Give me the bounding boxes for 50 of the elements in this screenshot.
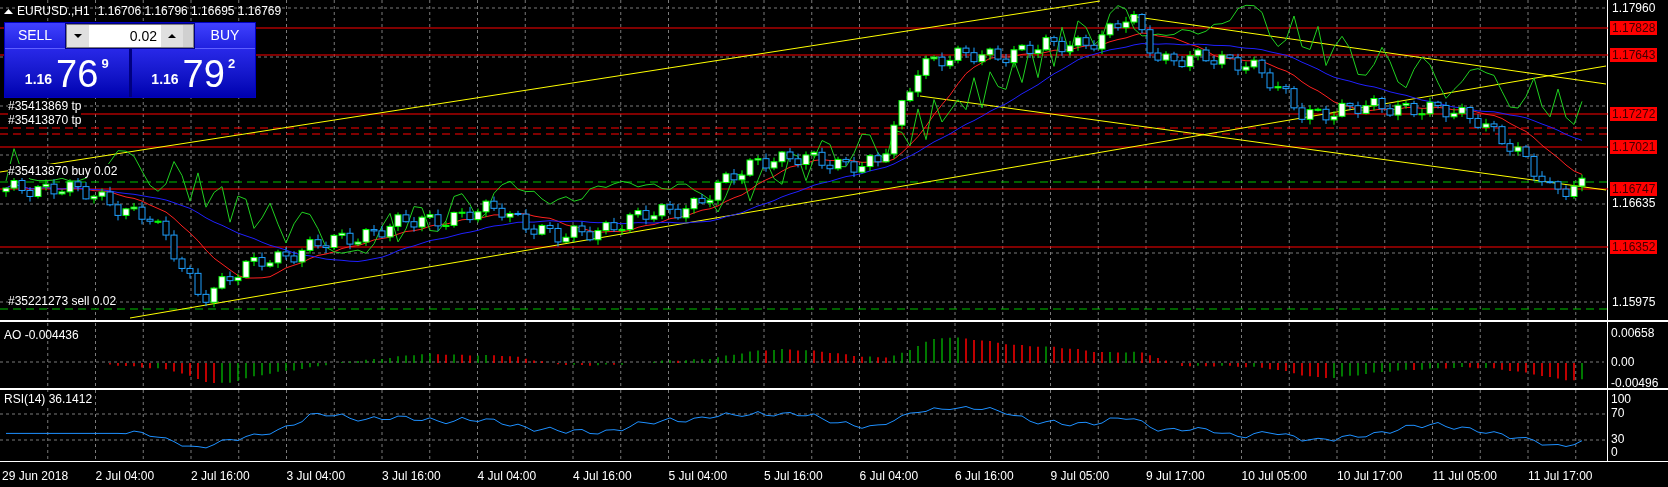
time-axis-label: 10 Jul 05:00 (1241, 468, 1308, 485)
price-axis-label: 1.16352 (1610, 240, 1658, 254)
lot-size-field[interactable]: 0.02 (89, 25, 161, 47)
time-axis-label: 6 Jul 16:00 (955, 468, 1015, 485)
ohlc-values: 1.16706 1.16796 1.16695 1.16769 (97, 3, 282, 20)
time-axis-label: 10 Jul 17:00 (1337, 468, 1404, 485)
lot-size-control[interactable]: 0.02 (66, 24, 194, 48)
price-axis-label: 1.15975 (1611, 295, 1657, 309)
indicator-axis-label: 0.00 (1611, 355, 1635, 369)
indicator-axis-label: 70 (1611, 407, 1625, 420)
time-axis-label: 5 Jul 16:00 (764, 468, 824, 485)
price-axis-label: 1.17960 (1611, 1, 1657, 15)
order-label: #35413870 buy 0.02 (8, 164, 118, 178)
price-axis-label: 1.16635 (1611, 196, 1657, 210)
time-axis-label: 5 Jul 04:00 (668, 468, 729, 485)
time-axis-label: 29 Jun 2018 (1, 468, 70, 485)
indicator-label: RSI(14) 36.1412 (4, 392, 93, 406)
time-axis-label: 4 Jul 04:00 (477, 468, 538, 485)
time-axis-label: 9 Jul 05:00 (1050, 468, 1111, 485)
time-axis-label: 3 Jul 04:00 (286, 468, 347, 485)
indicator-axis-label: 100 (1611, 393, 1632, 406)
time-axis-label: 6 Jul 04:00 (859, 468, 920, 485)
time-axis-label: 2 Jul 16:00 (191, 468, 251, 485)
caret-up-icon (168, 34, 176, 38)
caret-up-icon[interactable] (4, 8, 13, 14)
time-axis-label: 4 Jul 16:00 (573, 468, 633, 485)
indicator-axis-label: -0.00496 (1611, 376, 1659, 390)
symbol-label: EURUSD.,H1 (17, 3, 90, 20)
price-axis-label: 1.17643 (1610, 48, 1658, 62)
order-label: #35221273 sell 0.02 (8, 294, 117, 308)
price-axis-label: 1.17272 (1610, 107, 1658, 121)
price-axis-label: 1.16747 (1610, 182, 1658, 196)
caret-down-icon (74, 34, 82, 38)
price-axis-label: 1.17021 (1610, 140, 1658, 154)
time-axis-label: 11 Jul 05:00 (1432, 468, 1498, 485)
time-axis-label: 3 Jul 16:00 (382, 468, 442, 485)
indicator-axis-label: 0 (1611, 446, 1618, 459)
price-axis-label: 1.17828 (1610, 21, 1658, 35)
buy-button[interactable]: BUY (195, 23, 255, 49)
time-axis-label: 2 Jul 04:00 (95, 468, 156, 485)
lot-increase-button[interactable] (161, 25, 183, 47)
indicator-label: AO -0.004436 (4, 327, 79, 344)
indicator-axis-label: 0.00658 (1611, 326, 1655, 340)
time-axis-label: 9 Jul 17:00 (1146, 468, 1206, 485)
order-label: #35413870 tp (8, 113, 82, 127)
sell-button[interactable]: SELL (5, 23, 65, 49)
indicator-axis-label: 30 (1611, 433, 1625, 446)
time-axis-label: 11 Jul 17:00 (1528, 468, 1594, 485)
lot-decrease-button[interactable] (67, 25, 89, 47)
order-label: #35413869 tp (8, 99, 82, 113)
